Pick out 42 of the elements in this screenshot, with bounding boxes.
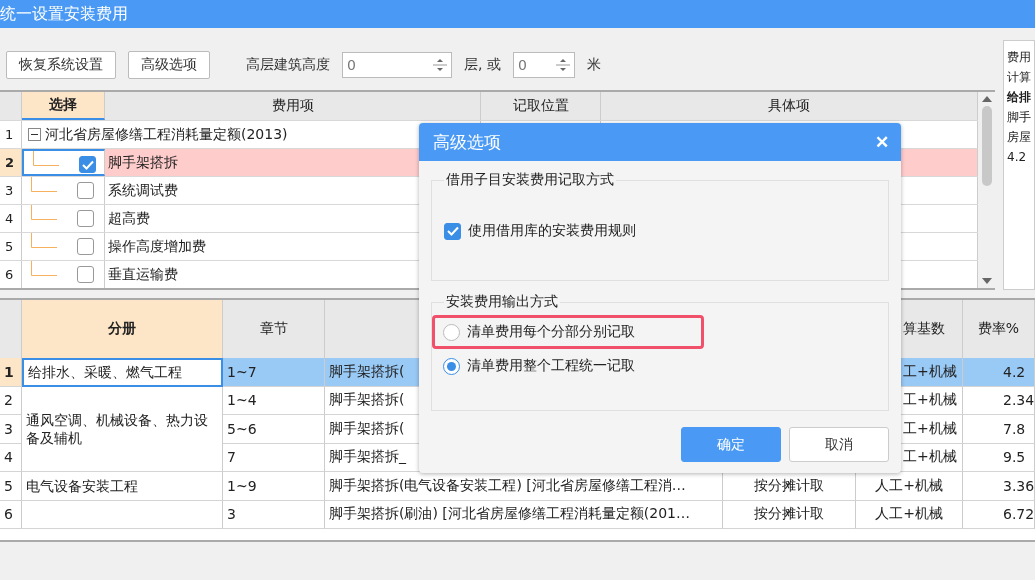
table-cell: 7.8 [963, 415, 1035, 444]
table-cell: 人工+机械 [856, 472, 963, 501]
table-cell: 1~4 [223, 386, 325, 415]
height-label: 高层建筑高度 [246, 56, 330, 74]
row-number: 5 [0, 472, 22, 501]
table-cell: 3.36 [963, 472, 1035, 501]
group-label: 安装费用输出方式 [445, 293, 559, 311]
row-number: 2 [0, 386, 22, 415]
row-number: 1 [0, 358, 22, 387]
row-number: 6 [0, 500, 22, 529]
table-cell: 按分摊计取 [723, 472, 856, 501]
info-text: 给排 [1007, 89, 1031, 106]
table-cell: 按分摊计取 [723, 500, 856, 529]
unit-label: 米 [586, 56, 601, 74]
table-cell: 通风空调、机械设备、热力设备及辅机 [22, 386, 223, 472]
info-text: 脚手 [1007, 109, 1031, 126]
table-cell: 给排水、采暖、燃气工程 [22, 358, 223, 387]
table-cell: 人工+机械 [856, 500, 963, 529]
row-number: 4 [0, 443, 22, 472]
column-header: 分册 [22, 300, 223, 358]
info-text: 费用 [1007, 49, 1031, 66]
row-number: 2 [0, 149, 22, 176]
table-cell: 9.5 [963, 443, 1035, 472]
table-cell: 2.34 [963, 386, 1035, 415]
column-header: 选择 [22, 92, 105, 120]
info-text: 4.2 [1007, 149, 1028, 166]
table-cell: 1~9 [223, 472, 325, 501]
tree-node-label: 河北省房屋修缮工程消耗量定额(2013) [45, 125, 288, 144]
table-cell: 4.2 [963, 358, 1035, 387]
window-title: 统一设置安装费用 [0, 0, 1035, 28]
table-cell: 1~7 [223, 358, 325, 387]
table-cell: 脚手架搭拆(刷油) [河北省房屋修缮工程消耗量定额(201… [325, 500, 723, 529]
row-number: 3 [0, 415, 22, 444]
table-cell: 电气设备安装工程 [22, 472, 223, 501]
table-cell: 5~6 [223, 415, 325, 444]
table-cell: 6.72 [963, 500, 1035, 529]
info-text: 计算 [1007, 69, 1031, 86]
info-text: 房屋 [1007, 129, 1031, 146]
table-cell: 7 [223, 443, 325, 472]
table-cell: 脚手架搭拆(电气设备安装工程) [河北省房屋修缮工程消… [325, 472, 723, 501]
table-cell: 3 [223, 500, 325, 529]
unit-label: 层, 或 [464, 56, 501, 74]
